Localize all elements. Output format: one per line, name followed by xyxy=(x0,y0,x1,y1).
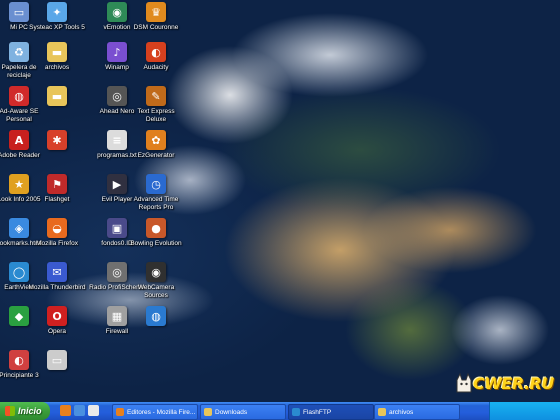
desktop-icon[interactable]: ◐ Audacity xyxy=(127,42,185,72)
desktop-icon[interactable]: ✱ xyxy=(28,130,86,152)
window-icon xyxy=(204,408,212,416)
app-icon: ◒ xyxy=(47,218,67,238)
desktop-icon-label: Bowling Evolution xyxy=(130,240,182,247)
desktop-icon-label: WebCamera Sources xyxy=(137,284,175,299)
app-icon: ◯ xyxy=(9,262,29,282)
desktop-icon[interactable]: ✦ Systeac XP Tools 5 xyxy=(28,2,86,32)
windows-flag-icon xyxy=(5,406,15,416)
taskbar-button-label: Editores - Mozilla Fire... xyxy=(127,408,196,416)
app-icon: ▬ xyxy=(47,42,67,62)
cat-icon xyxy=(456,372,472,393)
app-icon: ★ xyxy=(9,174,29,194)
desktop-icon[interactable]: ♛ DSM Couronne xyxy=(127,2,185,32)
desktop-icon-label: DSM Couronne xyxy=(133,24,179,31)
watermark-text: CWER.RU xyxy=(473,374,554,393)
window-icon xyxy=(116,408,124,416)
desktop-icon-label: Firewall xyxy=(105,328,129,335)
app-icon: ▭ xyxy=(9,2,29,22)
app-icon: ◉ xyxy=(107,2,127,22)
taskbar: Inicio Editores - Mozilla Fire... Downloa… xyxy=(0,402,560,420)
taskbar-button-label: FlashFTP xyxy=(303,408,332,416)
desktop-icon[interactable]: ▬ archivos xyxy=(28,42,86,72)
desktop-icon-label: EzGenerator xyxy=(137,152,175,159)
taskbar-button[interactable]: Downloads xyxy=(200,404,286,420)
window-icon xyxy=(378,408,386,416)
app-icon: O xyxy=(47,306,67,326)
app-icon: ◐ xyxy=(146,42,166,62)
app-icon: ♻ xyxy=(9,42,29,62)
app-icon: ▭ xyxy=(47,350,67,370)
start-button[interactable]: Inicio xyxy=(0,402,50,420)
app-icon: ◍ xyxy=(146,306,166,326)
app-icon: ▣ xyxy=(107,218,127,238)
desktop-icon[interactable]: ▬ xyxy=(28,86,86,108)
start-label: Inicio xyxy=(18,406,42,416)
desktop-icon-label: Text Express Deluxe xyxy=(137,108,175,123)
app-icon: ≡ xyxy=(107,130,127,150)
app-icon: ♛ xyxy=(146,2,166,22)
taskbar-button[interactable]: Editores - Mozilla Fire... xyxy=(112,404,198,420)
desktop-icon-label: Advanced Time Reports Pro xyxy=(133,196,179,211)
desktop-icon-label: Systeac XP Tools 5 xyxy=(29,24,85,31)
app-icon: ✦ xyxy=(47,2,67,22)
desktop-icon-label: Flashget xyxy=(44,196,70,203)
app-icon: ✎ xyxy=(146,86,166,106)
desktop-icon-label: Ad-Aware SE Personal xyxy=(0,108,39,123)
app-icon: ◆ xyxy=(9,306,29,326)
taskbar-button[interactable]: FlashFTP xyxy=(288,404,374,420)
app-icon: ◈ xyxy=(9,218,29,238)
app-icon: ● xyxy=(146,218,166,238)
app-icon: ▬ xyxy=(47,86,67,106)
app-icon: A xyxy=(9,130,29,150)
app-icon: ◉ xyxy=(146,262,166,282)
desktop-quicklaunch-icon[interactable] xyxy=(88,405,99,416)
app-icon: ▦ xyxy=(107,306,127,326)
desktop-icon[interactable]: ✎ Text Express Deluxe xyxy=(127,86,185,123)
system-tray xyxy=(489,402,560,420)
outlook-quicklaunch-icon[interactable] xyxy=(74,405,85,416)
app-icon: ✿ xyxy=(146,130,166,150)
firefox-quicklaunch-icon[interactable] xyxy=(60,405,71,416)
app-icon: ◍ xyxy=(9,86,29,106)
taskbar-button-label: Downloads xyxy=(215,408,248,416)
taskbar-button-label: archivos xyxy=(389,408,414,416)
app-icon: ◎ xyxy=(107,262,127,282)
desktop-icon[interactable]: ▭ xyxy=(28,350,86,372)
desktop-icon[interactable]: ✉ Mozilla Thunderbird xyxy=(28,262,86,292)
app-icon: ✱ xyxy=(47,130,67,150)
app-icon: ◷ xyxy=(146,174,166,194)
desktop-icon[interactable]: ⚑ Flashget xyxy=(28,174,86,204)
desktop-icon[interactable]: ◷ Advanced Time Reports Pro xyxy=(127,174,185,211)
desktop-icon-label: Audacity xyxy=(143,64,169,71)
app-icon: ◐ xyxy=(9,350,29,370)
desktop-icon-label: archivos xyxy=(44,64,70,71)
app-icon: ◎ xyxy=(107,86,127,106)
desktop-icon-label: Mozilla Firefox xyxy=(36,240,78,247)
watermark-logo: CWER.RU xyxy=(455,368,555,402)
taskbar-button[interactable]: archivos xyxy=(374,404,460,420)
desktop-icon[interactable]: ◍ xyxy=(127,306,185,328)
desktop-icon[interactable]: ◒ Mozilla Firefox xyxy=(28,218,86,248)
app-icon: ▶ xyxy=(107,174,127,194)
desktop-icon-label: Opera xyxy=(47,328,67,335)
desktop: ▭ Mi PC ✦ Systeac XP Tools 5 ◉ vEmotion ♛ DSM C… xyxy=(0,0,560,420)
desktop-icon[interactable]: O Opera xyxy=(28,306,86,336)
desktop-icon-label: Mozilla Thunderbird xyxy=(28,284,86,291)
desktop-icon[interactable]: ● Bowling Evolution xyxy=(127,218,185,248)
desktop-icon-label: Principiante 3 xyxy=(0,372,39,379)
window-icon xyxy=(292,408,300,416)
app-icon: ✉ xyxy=(47,262,67,282)
desktop-icon[interactable]: ◉ WebCamera Sources xyxy=(127,262,185,299)
desktop-icon[interactable]: ✿ EzGenerator xyxy=(127,130,185,160)
desktop-icon-label: Adobe Reader xyxy=(0,152,40,159)
app-icon: ⚑ xyxy=(47,174,67,194)
app-icon: ♪ xyxy=(107,42,127,62)
